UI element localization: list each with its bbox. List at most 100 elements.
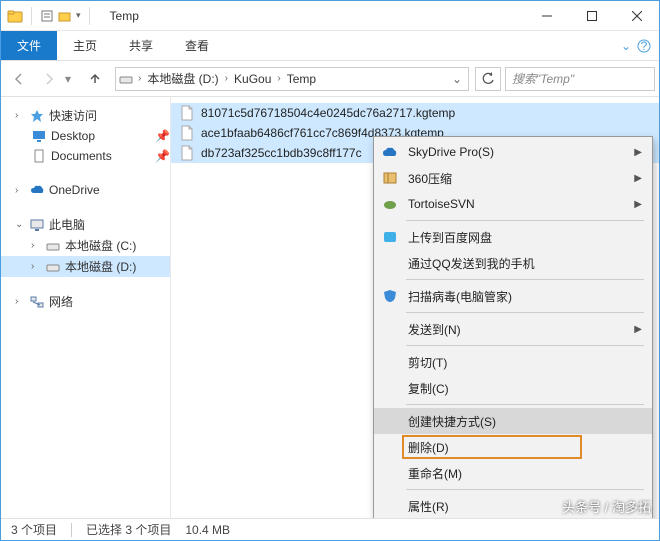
sidebar-item-label: 网络 — [49, 293, 73, 310]
breadcrumb-dropdown-icon[interactable]: ⌄ — [446, 72, 468, 86]
sidebar-item-onedrive[interactable]: › OneDrive — [1, 180, 170, 200]
menu-item-delete[interactable]: 删除(D) — [374, 434, 652, 460]
network-icon — [29, 294, 45, 310]
menu-item-sendto[interactable]: 发送到(N) ▶ — [374, 316, 652, 342]
sidebar-item-desktop[interactable]: Desktop 📌 — [1, 126, 170, 146]
separator — [31, 7, 32, 25]
menu-item-qq-send[interactable]: 通过QQ发送到我的手机 — [374, 250, 652, 276]
file-name: db723af325cc1bdb39c8ff177c — [201, 146, 362, 160]
sidebar: › 快速访问 Desktop 📌 Documents 📌 › OneDrive — [1, 97, 171, 520]
status-item-count: 3 个项目 — [11, 521, 57, 538]
chevron-down-icon[interactable]: ⌄ — [15, 219, 25, 230]
pin-icon: 📌 — [155, 149, 170, 163]
menu-label: 重命名(M) — [408, 465, 642, 482]
separator — [406, 279, 644, 280]
ribbon-expand-icon[interactable]: ⌄ — [621, 39, 631, 53]
breadcrumb-item[interactable]: 本地磁盘 (D:) — [143, 70, 222, 87]
breadcrumb[interactable]: › 本地磁盘 (D:) › KuGou › Temp ⌄ — [115, 67, 469, 91]
breadcrumb-item[interactable]: KuGou — [230, 72, 275, 86]
breadcrumb-item[interactable]: Temp — [283, 72, 320, 86]
window-title: Temp — [100, 9, 139, 23]
chevron-right-icon[interactable]: › — [275, 73, 282, 84]
maximize-button[interactable] — [569, 1, 614, 31]
nav-history-dropdown[interactable]: ▾ — [65, 72, 79, 86]
chevron-right-icon: ▶ — [634, 173, 642, 184]
separator — [71, 523, 72, 537]
ribbon-tab-file[interactable]: 文件 — [1, 31, 57, 60]
menu-item-baidu-upload[interactable]: 上传到百度网盘 — [374, 224, 652, 250]
status-size: 10.4 MB — [185, 523, 230, 537]
blank-icon — [380, 412, 400, 430]
menu-label: TortoiseSVN — [408, 197, 626, 211]
blank-icon — [380, 464, 400, 482]
drive-icon — [45, 259, 61, 275]
sidebar-quick-access[interactable]: › 快速访问 — [1, 105, 170, 126]
menu-label: 扫描病毒(电脑管家) — [408, 288, 642, 305]
menu-label: 上传到百度网盘 — [408, 229, 642, 246]
baidu-icon — [380, 228, 400, 246]
chevron-right-icon[interactable]: › — [31, 261, 41, 272]
search-input[interactable]: 搜索"Temp" — [505, 67, 655, 91]
chevron-right-icon[interactable]: › — [136, 73, 143, 84]
menu-item-skydrive[interactable]: SkyDrive Pro(S) ▶ — [374, 139, 652, 165]
documents-icon — [31, 148, 47, 164]
menu-item-cut[interactable]: 剪切(T) — [374, 349, 652, 375]
sidebar-item-label: 快速访问 — [49, 107, 97, 124]
menu-item-copy[interactable]: 复制(C) — [374, 375, 652, 401]
blank-icon — [380, 379, 400, 397]
sidebar-item-label: 本地磁盘 (D:) — [65, 258, 136, 275]
chevron-right-icon[interactable]: › — [223, 73, 230, 84]
nav-forward-button[interactable] — [35, 65, 63, 93]
app-icon — [7, 8, 23, 24]
file-row[interactable]: 81071c5d76718504c4e0245dc76a2717.kgtemp — [171, 103, 659, 123]
ribbon-tab-view[interactable]: 查看 — [169, 31, 225, 60]
menu-item-scan-virus[interactable]: 扫描病毒(电脑管家) — [374, 283, 652, 309]
quick-access-toolbar: ▾ — [1, 7, 100, 25]
sidebar-item-thispc[interactable]: ⌄ 此电脑 — [1, 214, 170, 235]
shield-icon — [380, 287, 400, 305]
menu-item-360zip[interactable]: 360压缩 ▶ — [374, 165, 652, 191]
sidebar-item-label: 本地磁盘 (C:) — [65, 237, 136, 254]
nav-up-button[interactable] — [81, 65, 109, 93]
chevron-right-icon: ▶ — [634, 199, 642, 210]
chevron-right-icon: ▶ — [634, 147, 642, 158]
ribbon-tab-share[interactable]: 共享 — [113, 31, 169, 60]
qat-newfolder-icon[interactable] — [58, 9, 72, 23]
menu-label: 删除(D) — [408, 439, 642, 456]
close-button[interactable] — [614, 1, 659, 31]
sidebar-item-drive-c[interactable]: › 本地磁盘 (C:) — [1, 235, 170, 256]
cloud-icon — [29, 182, 45, 198]
chevron-right-icon[interactable]: › — [15, 110, 25, 121]
computer-icon — [29, 217, 45, 233]
svg-text:?: ? — [641, 39, 648, 53]
nav-back-button[interactable] — [5, 65, 33, 93]
context-menu: SkyDrive Pro(S) ▶ 360压缩 ▶ TortoiseSVN ▶ … — [373, 136, 653, 522]
sidebar-item-drive-d[interactable]: › 本地磁盘 (D:) — [1, 256, 170, 277]
chevron-right-icon[interactable]: › — [15, 185, 25, 196]
menu-item-rename[interactable]: 重命名(M) — [374, 460, 652, 486]
menu-label: 复制(C) — [408, 380, 642, 397]
blank-icon — [380, 438, 400, 456]
desktop-icon — [31, 128, 47, 144]
help-icon[interactable]: ? — [637, 39, 651, 53]
chevron-right-icon[interactable]: › — [15, 296, 25, 307]
menu-label: SkyDrive Pro(S) — [408, 145, 626, 159]
sidebar-item-network[interactable]: › 网络 — [1, 291, 170, 312]
menu-label: 发送到(N) — [408, 321, 626, 338]
status-selection: 已选择 3 个项目 — [86, 521, 171, 538]
menu-item-tortoisesvn[interactable]: TortoiseSVN ▶ — [374, 191, 652, 217]
qat-dropdown-icon[interactable]: ▾ — [76, 10, 81, 21]
refresh-button[interactable] — [475, 67, 501, 91]
menu-label: 通过QQ发送到我的手机 — [408, 255, 642, 272]
ribbon-tab-home[interactable]: 主页 — [57, 31, 113, 60]
zip-icon — [380, 169, 400, 187]
qat-properties-icon[interactable] — [40, 9, 54, 23]
blank-icon — [380, 320, 400, 338]
file-icon — [179, 125, 195, 141]
menu-label: 创建快捷方式(S) — [408, 413, 642, 430]
chevron-right-icon[interactable]: › — [31, 240, 41, 251]
menu-item-create-shortcut[interactable]: 创建快捷方式(S) — [374, 408, 652, 434]
separator — [406, 489, 644, 490]
minimize-button[interactable] — [524, 1, 569, 31]
sidebar-item-documents[interactable]: Documents 📌 — [1, 146, 170, 166]
